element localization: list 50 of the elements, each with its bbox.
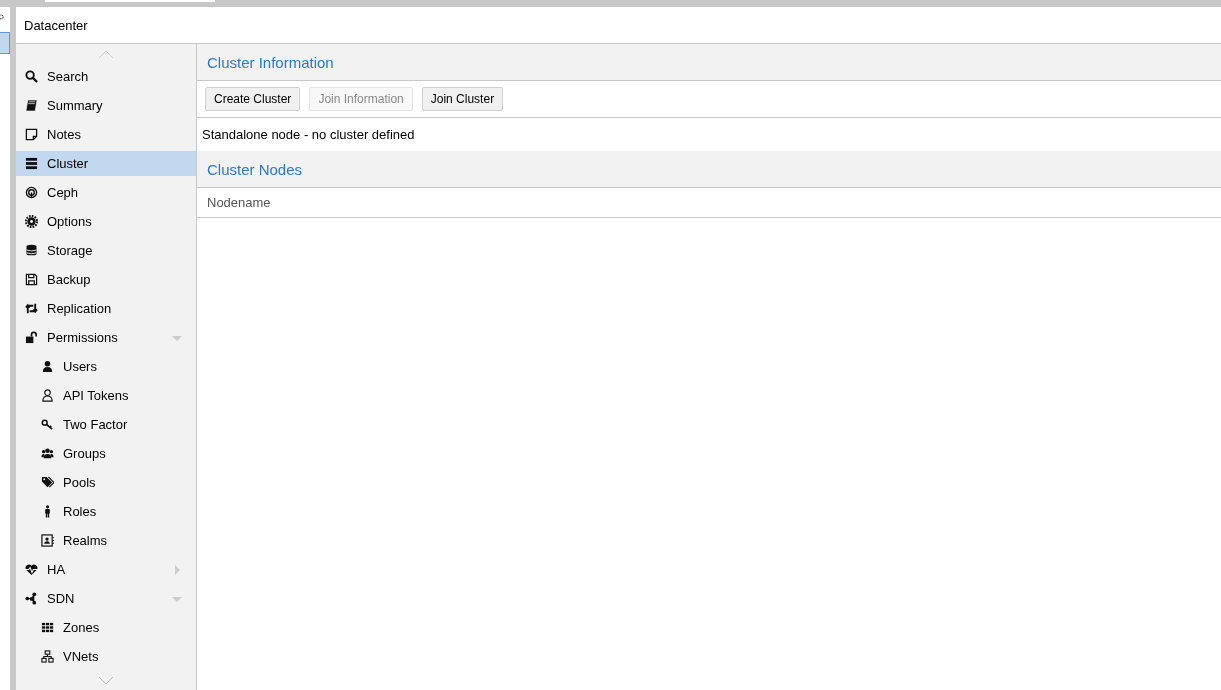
- note-icon: [25, 128, 38, 141]
- panel-title: Cluster Information: [207, 53, 334, 71]
- key-icon: [41, 418, 54, 431]
- contact-card-icon: [41, 534, 54, 547]
- share-nodes-icon: [25, 592, 38, 605]
- sidebar-item[interactable]: Ceph: [16, 180, 196, 205]
- header-title: Datacenter: [24, 17, 88, 33]
- sidebar-item[interactable]: Backup: [16, 267, 196, 292]
- sidebar-item[interactable]: Search: [16, 64, 196, 89]
- panel-title: Cluster Nodes: [207, 160, 303, 178]
- swap-arrows-icon: [25, 302, 38, 315]
- book-icon: [25, 99, 38, 112]
- toolbar-button[interactable]: Join Cluster: [421, 87, 504, 111]
- sidebar-item[interactable]: Cluster: [16, 151, 196, 176]
- sidebar-item[interactable]: HA: [16, 557, 196, 582]
- user-icon: [41, 360, 54, 373]
- sitemap-icon: [41, 650, 54, 663]
- sidebar-item[interactable]: Zones: [16, 615, 196, 640]
- sidebar-item[interactable]: Replication: [16, 296, 196, 321]
- sidebar-item[interactable]: VNets: [16, 644, 196, 669]
- user-group-icon: [41, 447, 54, 460]
- sidebar-item[interactable]: API Tokens: [16, 383, 196, 408]
- tree-selection-highlight[interactable]: [0, 32, 10, 54]
- toolbar-button[interactable]: Create Cluster: [205, 87, 301, 111]
- user-outline-icon: [41, 389, 54, 402]
- sidebar-item[interactable]: Options: [16, 209, 196, 234]
- scroll-down-icon[interactable]: [98, 676, 114, 685]
- tags-icon: [41, 476, 54, 489]
- database-icon: [25, 244, 38, 257]
- search-icon: [25, 70, 38, 83]
- status-text: Standalone node - no cluster defined: [202, 127, 415, 142]
- expander-icon[interactable]: [172, 564, 182, 575]
- sidebar-item[interactable]: Pools: [16, 470, 196, 495]
- sidebar-item[interactable]: Groups: [16, 441, 196, 466]
- sidebar-item[interactable]: Permissions: [16, 325, 196, 350]
- sidebar-item[interactable]: Summary: [16, 93, 196, 118]
- heartbeat-icon: [25, 563, 38, 576]
- sidebar-item[interactable]: Storage: [16, 238, 196, 263]
- sidebar-item[interactable]: Roles: [16, 499, 196, 524]
- server-stack-icon: [25, 157, 38, 170]
- column-header[interactable]: Nodename: [197, 188, 407, 217]
- sidebar-item[interactable]: Two Factor: [16, 412, 196, 437]
- scroll-up-icon[interactable]: [98, 50, 114, 59]
- unlocked-padlock-icon: [25, 331, 38, 344]
- sidebar-item[interactable]: Users: [16, 354, 196, 379]
- fingerprint-icon: [25, 186, 38, 199]
- sidebar-item[interactable]: Realms: [16, 528, 196, 553]
- grid-icon: [41, 621, 54, 634]
- sidebar-item[interactable]: SDN: [16, 586, 196, 611]
- sidebar-item[interactable]: Notes: [16, 122, 196, 147]
